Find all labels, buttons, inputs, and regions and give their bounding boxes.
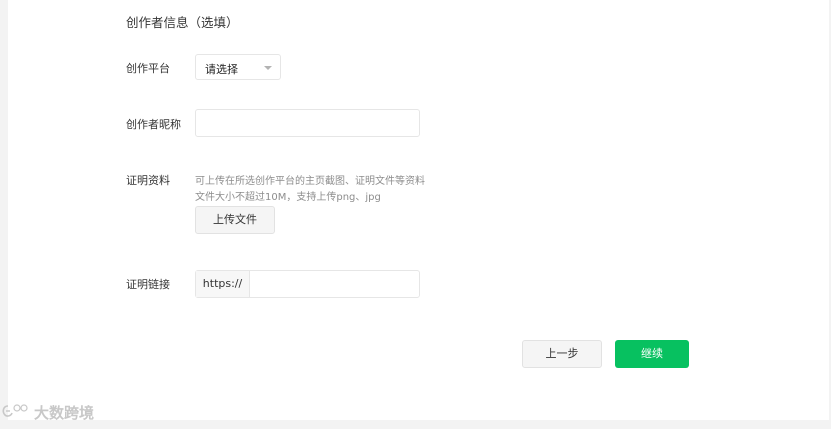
prev-step-button[interactable]: 上一步 — [522, 340, 602, 368]
url-prefix: https:// — [196, 271, 250, 297]
nickname-input[interactable] — [195, 109, 420, 137]
watermark-text: 大数跨境 — [34, 403, 95, 422]
nickname-label: 创作者昵称 — [126, 118, 181, 131]
watermark: 大数跨境 — [0, 400, 94, 424]
proof-material-hint-line1: 可上传在所选创作平台的主页截图、证明文件等资料 — [195, 176, 425, 187]
platform-select[interactable]: 请选择 — [195, 54, 281, 80]
proof-link-label: 证明链接 — [126, 278, 170, 291]
continue-button[interactable]: 继续 — [615, 340, 689, 368]
caret-down-icon — [264, 66, 272, 70]
platform-select-value: 请选择 — [205, 63, 238, 76]
proof-material-hint-line2: 文件大小不超过10M，支持上传png、jpg — [195, 192, 381, 203]
platform-label: 创作平台 — [126, 62, 170, 75]
proof-link-field: https:// — [195, 270, 420, 298]
section-title: 创作者信息（选填） — [126, 15, 239, 30]
upload-file-button[interactable]: 上传文件 — [195, 206, 275, 234]
proof-link-input[interactable] — [250, 271, 419, 297]
form-panel: 创作者信息（选填） 创作平台 请选择 创作者昵称 证明资料 可上传在所选创作平台… — [8, 0, 829, 420]
watermark-logo-icon — [2, 404, 28, 417]
proof-material-label: 证明资料 — [126, 174, 170, 187]
